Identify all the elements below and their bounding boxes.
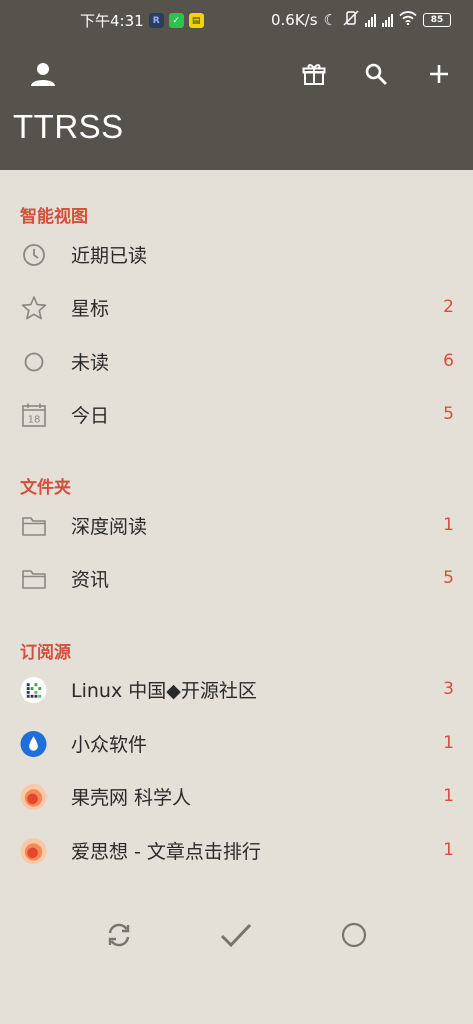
feed-item-label: 小众软件 <box>71 733 148 756</box>
add-button[interactable] <box>419 56 459 96</box>
refresh-icon <box>104 920 134 954</box>
search-icon <box>364 62 388 90</box>
network-speed: 0.6K/s <box>270 11 318 29</box>
feed-item-count: 1 <box>443 840 454 860</box>
smart-item-label: 未读 <box>71 351 110 374</box>
folder-item-count: 5 <box>443 568 454 588</box>
account-button[interactable] <box>23 56 63 96</box>
person-icon <box>30 61 56 91</box>
bottom-action-bar <box>0 905 473 969</box>
calendar-day-number: 18 <box>27 414 40 425</box>
app-notification-icon: ▤ <box>188 13 204 28</box>
section-header-folders: 文件夹 <box>20 478 71 498</box>
signal-hd-1-icon <box>365 13 376 27</box>
feed-item-count: 1 <box>443 786 454 806</box>
feed-item-count: 1 <box>443 733 454 753</box>
circle-icon <box>20 348 47 375</box>
feed-item-aisixiang[interactable]: 爱思想 - 文章点击排行 1 <box>0 823 473 877</box>
smart-item-label: 近期已读 <box>71 244 148 267</box>
star-icon <box>20 294 47 321</box>
search-button[interactable] <box>356 56 396 96</box>
folder-item-count: 1 <box>443 515 454 535</box>
feed-item-label: Linux 中国◆开源社区 <box>71 679 257 702</box>
folder-icon <box>20 512 47 539</box>
smart-item-starred[interactable]: 星标 2 <box>0 280 473 334</box>
section-header-smart-views: 智能视图 <box>20 207 88 227</box>
appinn-feed-icon <box>20 730 47 757</box>
feed-item-guokr[interactable]: 果壳网 科学人 1 <box>0 769 473 823</box>
check-icon <box>219 920 253 954</box>
calendar-icon: 18 <box>20 401 47 428</box>
circle-icon <box>340 921 368 953</box>
smart-item-count: 6 <box>443 351 454 371</box>
folder-item-label: 资讯 <box>71 568 110 591</box>
feed-item-label: 果壳网 科学人 <box>71 786 192 809</box>
r-app-notification-icon: R <box>148 13 164 28</box>
smart-item-count: 2 <box>443 297 454 317</box>
app-bar: TTRSS <box>0 40 473 170</box>
smart-item-label: 星标 <box>71 297 110 320</box>
show-unread-toggle-button[interactable] <box>334 917 374 957</box>
refresh-button[interactable] <box>99 917 139 957</box>
gift-button[interactable] <box>294 56 334 96</box>
feed-item-linux-china[interactable]: Linux 中国◆开源社区 3 <box>0 662 473 716</box>
mark-all-read-button[interactable] <box>216 917 256 957</box>
smart-item-today[interactable]: 18 今日 5 <box>0 387 473 441</box>
signal-hd-2-icon <box>382 13 393 27</box>
do-not-disturb-icon: ☾ <box>323 11 337 29</box>
wechat-notification-icon: ✓ <box>168 13 184 28</box>
smart-item-recently-read[interactable]: 近期已读 <box>0 227 473 281</box>
linux-china-feed-icon <box>20 676 47 703</box>
smart-item-count: 5 <box>443 404 454 424</box>
app-title: TTRSS <box>13 108 124 145</box>
battery-icon: 85 <box>423 13 451 27</box>
folder-item-deep-reading[interactable]: 深度阅读 1 <box>0 498 473 552</box>
feed-item-count: 3 <box>443 679 454 699</box>
feed-item-appinn[interactable]: 小众软件 1 <box>0 716 473 770</box>
aisixiang-feed-icon <box>20 837 47 864</box>
clock-icon <box>20 241 47 268</box>
smart-item-label: 今日 <box>71 404 110 427</box>
guokr-feed-icon <box>20 783 47 810</box>
wifi-icon <box>399 11 417 29</box>
status-time: 下午4:31 <box>80 12 144 30</box>
smart-item-unread[interactable]: 未读 6 <box>0 334 473 388</box>
gift-icon <box>302 62 326 90</box>
vibrate-off-icon <box>343 10 359 30</box>
folder-item-label: 深度阅读 <box>71 515 148 538</box>
folder-item-news[interactable]: 资讯 5 <box>0 551 473 605</box>
add-icon <box>428 63 450 89</box>
status-bar: 下午4:31 R ✓ ▤ 0.6K/s ☾ 85 <box>0 0 473 40</box>
feed-item-label: 爱思想 - 文章点击排行 <box>71 840 261 863</box>
section-header-feeds: 订阅源 <box>20 643 71 663</box>
folder-icon <box>20 565 47 592</box>
